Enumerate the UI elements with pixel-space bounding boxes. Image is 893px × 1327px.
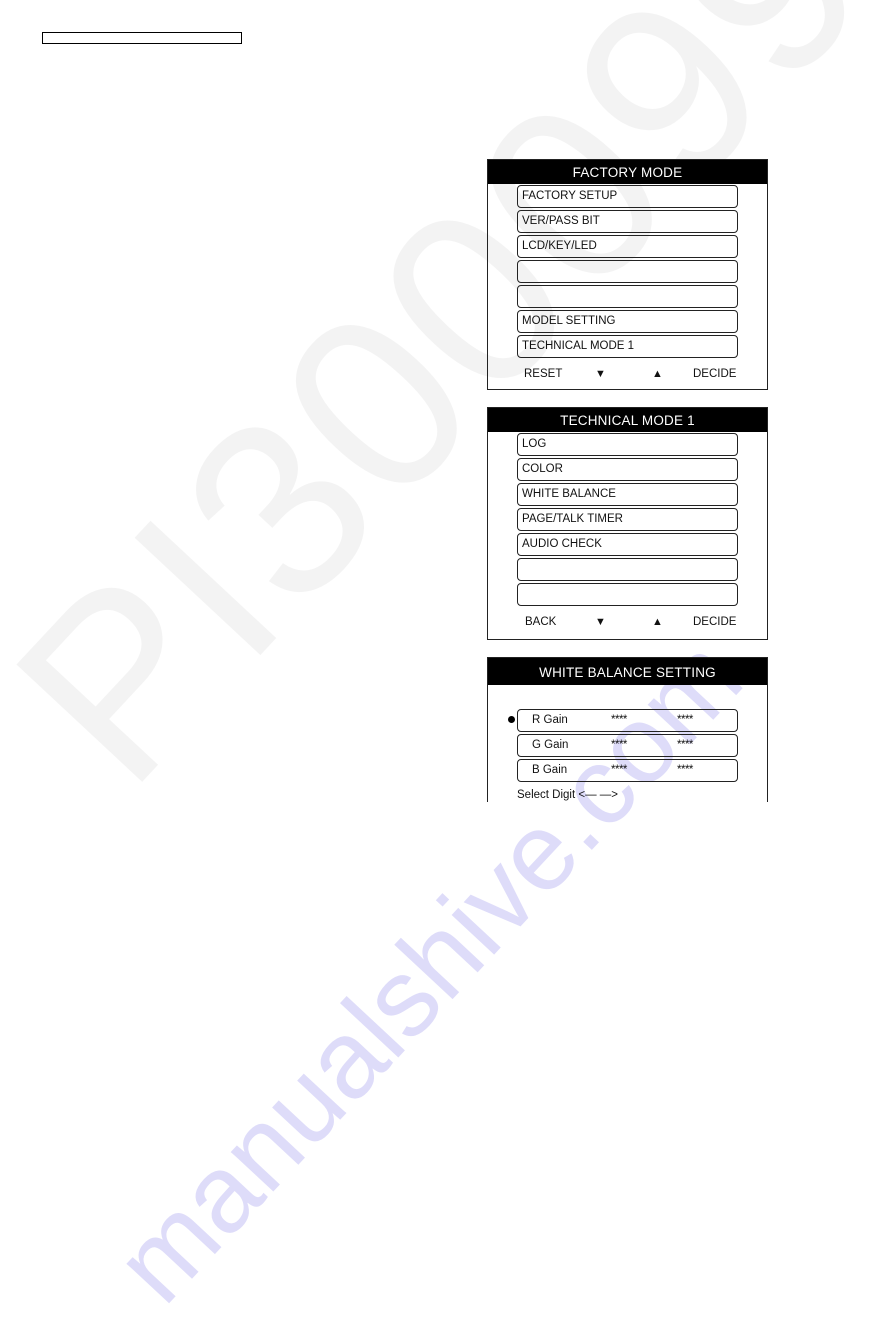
white-balance-panel: WHITE BALANCE SETTING R Gain **** **** G… — [487, 657, 768, 802]
r-gain-label: R Gain — [532, 714, 568, 726]
menu-item-page-talk-timer[interactable]: PAGE/TALK TIMER — [517, 508, 738, 531]
menu-item-ver-pass-bit[interactable]: VER/PASS BIT — [517, 210, 738, 233]
menu-item-empty-1[interactable] — [517, 260, 738, 283]
back-softkey[interactable]: BACK — [525, 616, 556, 628]
menu-item-factory-setup[interactable]: FACTORY SETUP — [517, 185, 738, 208]
menu-item-empty-2[interactable] — [517, 583, 738, 606]
menu-item-white-balance[interactable]: WHITE BALANCE — [517, 483, 738, 506]
down-arrow-icon[interactable]: ▼ — [595, 616, 606, 628]
decide-softkey[interactable]: DECIDE — [693, 368, 736, 380]
menu-item-log[interactable]: LOG — [517, 433, 738, 456]
menu-item-color[interactable]: COLOR — [517, 458, 738, 481]
b-gain-value-2: **** — [677, 764, 693, 776]
white-balance-title: WHITE BALANCE SETTING — [488, 658, 767, 685]
r-gain-row[interactable]: R Gain **** **** — [517, 709, 738, 732]
b-gain-row[interactable]: B Gain **** **** — [517, 759, 738, 782]
decide-softkey[interactable]: DECIDE — [693, 616, 736, 628]
b-gain-label: B Gain — [532, 764, 568, 776]
reset-softkey[interactable]: RESET — [524, 368, 562, 380]
r-gain-value-1: **** — [611, 714, 627, 726]
g-gain-row[interactable]: G Gain **** **** — [517, 734, 738, 757]
g-gain-value-1: **** — [611, 739, 627, 751]
technical-mode-footer: BACK ▼ ▲ DECIDE — [488, 616, 767, 632]
b-gain-value-1: **** — [611, 764, 627, 776]
menu-item-audio-check[interactable]: AUDIO CHECK — [517, 533, 738, 556]
up-arrow-icon[interactable]: ▲ — [652, 368, 663, 380]
selection-bullet-icon — [508, 716, 515, 723]
up-arrow-icon[interactable]: ▲ — [652, 616, 663, 628]
menu-item-model-setting[interactable]: MODEL SETTING — [517, 310, 738, 333]
r-gain-value-2: **** — [677, 714, 693, 726]
g-gain-value-2: **** — [677, 739, 693, 751]
factory-mode-footer: RESET ▼ ▲ DECIDE — [488, 368, 767, 384]
menu-item-technical-mode-1[interactable]: TECHNICAL MODE 1 — [517, 335, 738, 358]
menu-item-empty-1[interactable] — [517, 558, 738, 581]
select-digit-hint: Select Digit <— —> — [517, 789, 618, 801]
page-header-box — [42, 32, 242, 44]
down-arrow-icon[interactable]: ▼ — [595, 368, 606, 380]
g-gain-label: G Gain — [532, 739, 569, 751]
factory-mode-title: FACTORY MODE — [488, 160, 767, 184]
menu-item-lcd-key-led[interactable]: LCD/KEY/LED — [517, 235, 738, 258]
technical-mode-panel: TECHNICAL MODE 1 LOG COLOR WHITE BALANCE… — [487, 407, 768, 640]
technical-mode-title: TECHNICAL MODE 1 — [488, 408, 767, 432]
menu-item-empty-2[interactable] — [517, 285, 738, 308]
factory-mode-panel: FACTORY MODE FACTORY SETUP VER/PASS BIT … — [487, 159, 768, 390]
